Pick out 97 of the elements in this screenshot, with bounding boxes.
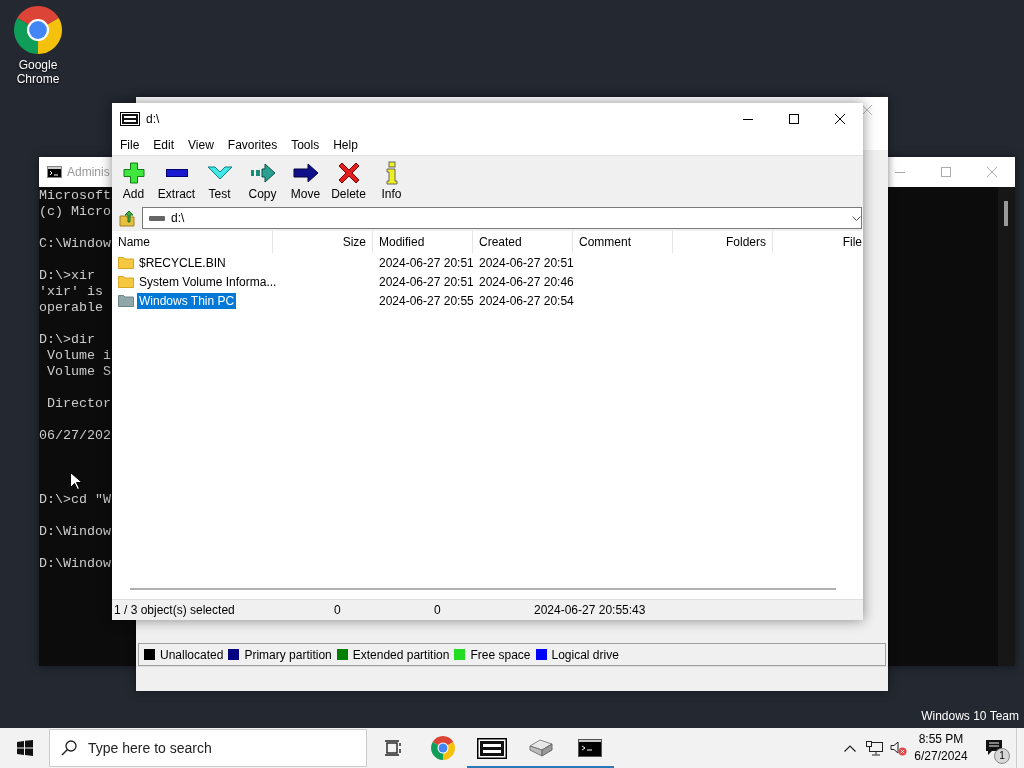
- console-line: D:\>cd "W: [39, 492, 112, 508]
- toolbar-button[interactable]: Delete: [327, 156, 370, 205]
- edition-text: Windows 10 Team: [921, 709, 1019, 723]
- icon-label[interactable]: Google Chrome: [3, 58, 73, 86]
- dropdown-caret-icon: [852, 215, 861, 221]
- disk-drive-icon: [527, 738, 554, 758]
- console-line: D:\>dir: [39, 332, 96, 348]
- toolbar-button[interactable]: Copy: [241, 156, 284, 205]
- console-line: (c) Micro: [39, 204, 112, 220]
- console-line: C:\Window: [39, 236, 112, 252]
- status-text: 0: [333, 603, 342, 617]
- cross-icon: [337, 162, 360, 184]
- notification-button[interactable]: 1: [972, 728, 1016, 768]
- column-header[interactable]: Created: [473, 231, 573, 253]
- minimize-icon: [895, 171, 905, 173]
- console-line: Microsoft: [39, 188, 112, 204]
- menu-item[interactable]: View: [181, 136, 221, 154]
- folder-up-icon: [119, 209, 135, 227]
- console-line: D:\Window: [39, 524, 112, 540]
- close-icon: [835, 114, 845, 124]
- windows-logo-icon: [16, 740, 33, 756]
- column-header[interactable]: File: [773, 231, 862, 253]
- minus-icon: [165, 169, 188, 177]
- mouse-pointer-icon: [70, 472, 82, 490]
- menu-item[interactable]: Favorites: [220, 136, 285, 154]
- menu-item[interactable]: File: [113, 136, 147, 154]
- file-name[interactable]: System Volume Informa...: [137, 273, 279, 290]
- browser-icon: [430, 736, 455, 760]
- menu-item[interactable]: Edit: [146, 136, 182, 154]
- toolbar-button[interactable]: Info: [370, 156, 413, 205]
- path-field[interactable]: d:\: [142, 207, 862, 229]
- drive-icon: [149, 215, 165, 221]
- scrollbar[interactable]: [998, 187, 1015, 666]
- menu-item[interactable]: Tools: [284, 136, 327, 154]
- folder-icon: [118, 256, 134, 269]
- dashed-arrow-icon: [249, 163, 276, 183]
- arrow-icon: [292, 163, 319, 183]
- legend-label: Free space: [470, 647, 531, 662]
- plus-icon: [122, 162, 145, 184]
- status-text: 0: [433, 603, 442, 617]
- terminal-icon: [577, 739, 602, 757]
- console-line: Volume i: [46, 348, 112, 364]
- table-cell-text: 2024-06-27 20:51: [478, 255, 573, 270]
- status-text: 1 / 3 object(s) selected: [113, 603, 236, 617]
- table-cell-text: 2024-06-27 20:51: [378, 255, 473, 270]
- toolbar-button[interactable]: Move: [284, 156, 327, 205]
- column-header[interactable]: Comment: [573, 231, 673, 253]
- check-icon: [206, 166, 233, 180]
- terminal-icon: [47, 166, 62, 178]
- column-header[interactable]: Name: [112, 231, 273, 253]
- legend-label: Extended partition: [352, 647, 450, 662]
- column-header[interactable]: Folders: [673, 231, 773, 253]
- table-cell-text: 2024-06-27 20:51: [378, 274, 473, 289]
- console-line: Volume S: [46, 364, 112, 380]
- clock[interactable]: 8:55 PM 6/27/2024: [910, 728, 972, 768]
- maximize-icon: [789, 114, 799, 124]
- folder-icon: [118, 275, 134, 288]
- legend-label: Primary partition: [244, 647, 332, 662]
- search-field[interactable]: Type here to search: [49, 729, 367, 767]
- file-name[interactable]: Windows Thin PC: [137, 292, 237, 309]
- search-icon: [61, 740, 77, 756]
- notification-badge: 1: [994, 748, 1010, 764]
- toolbar-button[interactable]: Add: [112, 156, 155, 205]
- console-line: D:\>xir: [39, 268, 96, 284]
- status-text: 2024-06-27 20:55:43: [533, 603, 647, 617]
- task-view-icon: [383, 740, 402, 756]
- info-icon: [385, 161, 398, 185]
- column-header[interactable]: Size: [273, 231, 373, 253]
- browser-icon: [14, 6, 62, 54]
- horizontal-scrollbar[interactable]: [130, 588, 836, 590]
- chevron-up-icon: [844, 744, 856, 752]
- console-line: operable: [39, 300, 104, 316]
- archive-logo-icon: [120, 112, 140, 126]
- console-line: Director: [46, 396, 112, 412]
- table-cell-text: 2024-06-27 20:55: [378, 293, 473, 308]
- toolbar-button[interactable]: Test: [198, 156, 241, 205]
- window-title: Adminis: [67, 165, 110, 179]
- table-cell-text: 2024-06-27 20:54: [478, 293, 573, 308]
- legend-label: Unallocated: [160, 647, 224, 662]
- maximize-icon: [941, 167, 951, 177]
- minimize-icon: [743, 118, 753, 120]
- archive-logo-icon: [476, 737, 507, 759]
- folder-icon: [118, 294, 134, 307]
- console-line: 06/27/202: [39, 428, 112, 444]
- column-header[interactable]: Modified: [373, 231, 473, 253]
- file-name[interactable]: $RECYCLE.BIN: [137, 254, 228, 271]
- toolbar-button[interactable]: Extract: [155, 156, 198, 205]
- console-line: D:\Window: [39, 556, 112, 572]
- window-title: d:\: [146, 112, 160, 126]
- table-cell-text: 2024-06-27 20:46: [478, 274, 573, 289]
- legend-label: Logical drive: [551, 647, 619, 662]
- muted-speaker-icon: [889, 740, 907, 756]
- close-icon: [987, 167, 997, 177]
- console-line: 'xir' is: [39, 284, 104, 300]
- close-icon: [862, 105, 872, 115]
- menu-item[interactable]: Help: [326, 136, 365, 154]
- network-icon: [865, 740, 883, 756]
